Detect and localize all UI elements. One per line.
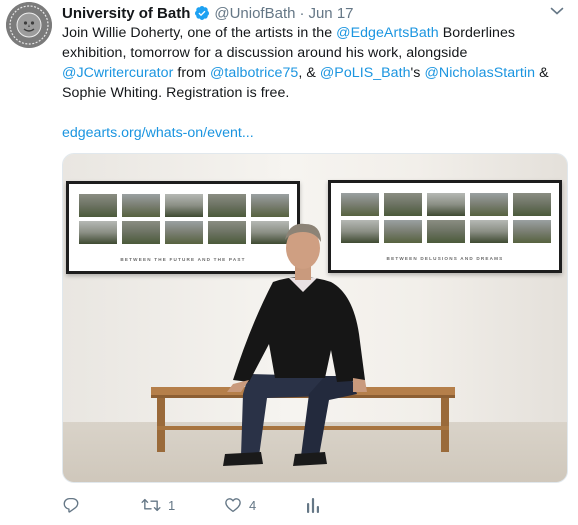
text-segment: 's <box>410 65 425 81</box>
tweet[interactable]: University of Bath @UniofBath · Jun 17 J… <box>0 0 578 525</box>
text-segment: Join Willie Doherty, one of the artists … <box>62 25 337 41</box>
retweet-icon <box>141 498 161 512</box>
analytics-button[interactable] <box>306 494 320 516</box>
verified-badge-icon <box>195 6 210 20</box>
like-button[interactable]: 4 <box>224 494 256 516</box>
heart-icon <box>225 498 241 513</box>
mention-jcwritercurator[interactable]: @JCwritercurator <box>62 65 173 81</box>
timestamp[interactable]: Jun 17 <box>308 5 353 22</box>
analytics-icon <box>307 498 319 513</box>
tweet-link[interactable]: edgearts.org/whats-on/event... <box>62 123 254 143</box>
seated-man-figure <box>151 223 455 466</box>
author-name[interactable]: University of Bath <box>62 5 190 22</box>
retweet-button[interactable]: 1 <box>141 494 175 516</box>
mention-nicholasstartin[interactable]: @NicholasStartin <box>424 65 535 81</box>
mention-talbotrice75[interactable]: @talbotrice75 <box>210 65 298 81</box>
reply-icon <box>63 497 79 513</box>
reply-button[interactable] <box>62 494 87 516</box>
author-handle[interactable]: @UniofBath <box>214 5 295 22</box>
mention-polis-bath[interactable]: @PoLIS_Bath <box>320 65 411 81</box>
tweet-text: Join Willie Doherty, one of the artists … <box>62 23 562 103</box>
text-segment: , & <box>298 65 320 81</box>
tweet-media-photo[interactable]: BETWEEN THE FUTURE AND THE PAST BETWEEN … <box>62 153 568 483</box>
mention-edgeartsbath[interactable]: @EdgeArtsBath <box>336 25 439 41</box>
retweet-count: 1 <box>168 497 176 513</box>
separator-dot: · <box>299 4 305 22</box>
tweet-actions: 1 4 <box>62 494 362 516</box>
chevron-down-icon[interactable] <box>550 6 564 16</box>
tweet-header: University of Bath @UniofBath · Jun 17 <box>62 3 354 23</box>
university-seal-icon <box>6 2 52 48</box>
avatar[interactable] <box>6 2 52 48</box>
like-count: 4 <box>249 497 257 513</box>
text-segment: from <box>173 65 210 81</box>
